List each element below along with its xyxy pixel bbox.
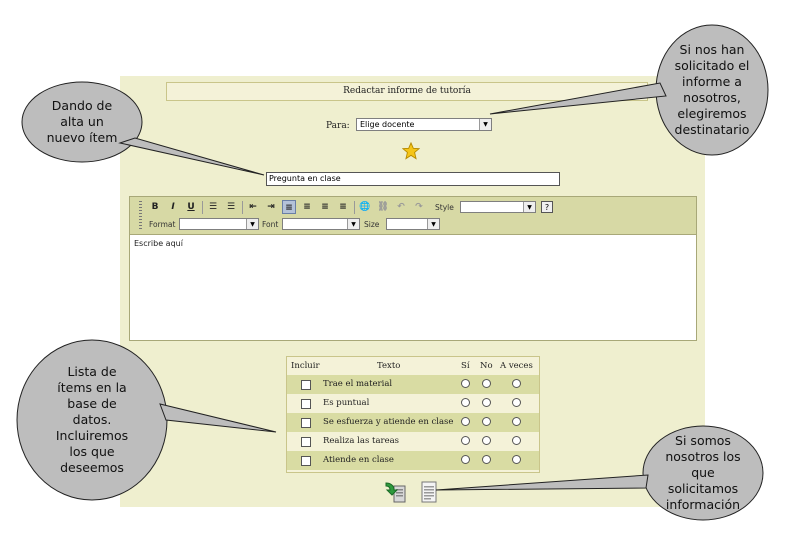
callout-add-item: Dando de alta un nuevo ítem [46,98,118,145]
callout-recipient: Si nos han solicitado el informe a nosot… [674,42,750,137]
callout-item-list: Lista de ítems en la base de datos. Incl… [55,364,129,475]
callout-request: Si somos nosotros los que solicitamos in… [665,433,741,512]
